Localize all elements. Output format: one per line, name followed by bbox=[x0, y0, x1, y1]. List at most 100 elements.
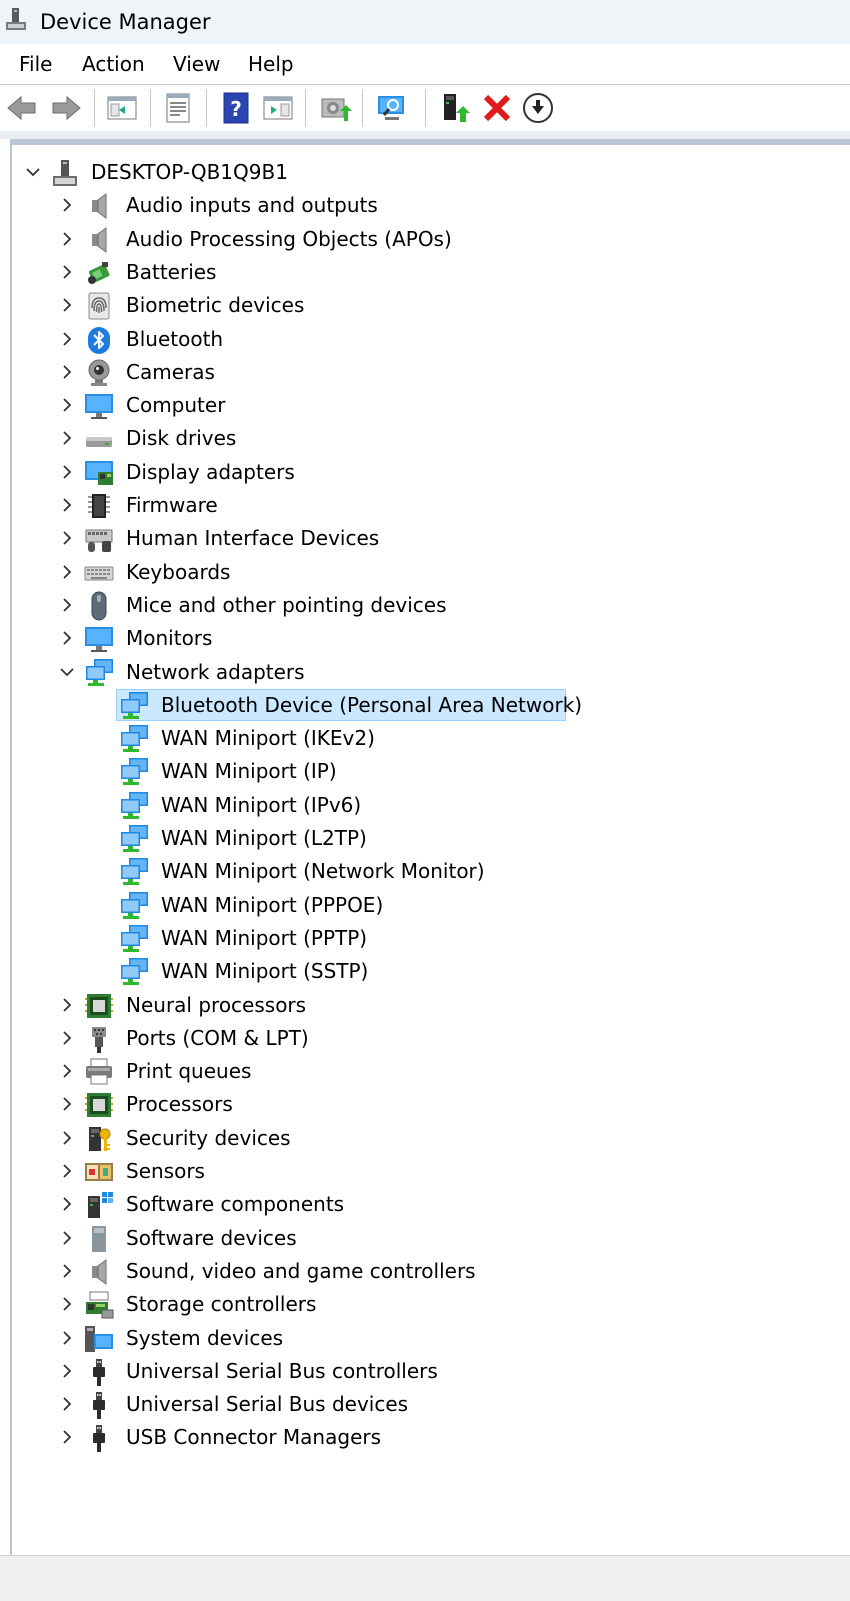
tree-item-label: Software components bbox=[126, 1192, 345, 1217]
chevron-right-icon[interactable] bbox=[57, 362, 77, 382]
tree-item-bluetooth-device-personal-area-network[interactable]: Bluetooth Device (Personal Area Network) bbox=[12, 688, 847, 722]
tree-item-print-queues[interactable]: Print queues bbox=[12, 1055, 847, 1088]
chevron-right-icon[interactable] bbox=[57, 1261, 77, 1281]
chevron-right-icon[interactable] bbox=[57, 528, 77, 548]
tree-item-wan-miniport-ip[interactable]: WAN Miniport (IP) bbox=[12, 755, 847, 788]
tree-item-label: Neural processors bbox=[126, 992, 307, 1017]
uninstall-device-button[interactable] bbox=[480, 91, 514, 125]
help-button[interactable]: ? bbox=[219, 91, 253, 125]
tree-item-security-devices[interactable]: Security devices bbox=[12, 1122, 847, 1155]
action-pane-button[interactable] bbox=[261, 91, 295, 125]
tree-item-wan-miniport-pppoe[interactable]: WAN Miniport (PPPOE) bbox=[12, 889, 847, 922]
tree-item-sensors[interactable]: Sensors bbox=[12, 1155, 847, 1188]
network-adapter-icon bbox=[119, 791, 149, 821]
scan-hardware-changes-button[interactable] bbox=[375, 91, 409, 125]
chevron-right-icon[interactable] bbox=[57, 1361, 77, 1381]
chevron-right-icon[interactable] bbox=[57, 1228, 77, 1248]
tree-item-computer[interactable]: Computer bbox=[12, 389, 847, 422]
tree-item-batteries[interactable]: Batteries bbox=[12, 256, 847, 289]
chevron-right-icon[interactable] bbox=[57, 295, 77, 315]
tree-item-bluetooth[interactable]: Bluetooth bbox=[12, 323, 847, 356]
tree-item-disk-drives[interactable]: Disk drives bbox=[12, 422, 847, 455]
tree-item-storage-controllers[interactable]: Storage controllers bbox=[12, 1288, 847, 1321]
tree-item-monitors[interactable]: Monitors bbox=[12, 622, 847, 655]
tree-item-audio-processing-objects-apos[interactable]: Audio Processing Objects (APOs) bbox=[12, 223, 847, 256]
update-driver-button[interactable] bbox=[318, 91, 352, 125]
chevron-right-icon[interactable] bbox=[57, 1061, 77, 1081]
tree-item-audio-inputs-and-outputs[interactable]: Audio inputs and outputs bbox=[12, 189, 847, 222]
tree-item-software-components[interactable]: Software components bbox=[12, 1188, 847, 1221]
disk-drive-icon bbox=[84, 424, 114, 454]
device-tree[interactable]: DESKTOP-QB1Q9B1 Audio inputs and outputs A… bbox=[10, 139, 850, 1555]
menu-file[interactable]: File bbox=[19, 51, 52, 77]
network-adapter-icon bbox=[119, 691, 149, 721]
tree-item-network-adapters[interactable]: Network adapters bbox=[12, 656, 847, 689]
chevron-right-icon[interactable] bbox=[57, 1194, 77, 1214]
back-arrow-button[interactable] bbox=[5, 91, 39, 125]
chevron-right-icon[interactable] bbox=[57, 462, 77, 482]
tree-item-universal-serial-bus-controllers[interactable]: Universal Serial Bus controllers bbox=[12, 1355, 847, 1388]
enable-device-button[interactable] bbox=[438, 91, 472, 125]
chevron-right-icon[interactable] bbox=[57, 229, 77, 249]
chevron-right-icon[interactable] bbox=[57, 195, 77, 215]
chevron-right-icon[interactable] bbox=[57, 395, 77, 415]
tree-item-neural-processors[interactable]: Neural processors bbox=[12, 989, 847, 1022]
tree-item-label: Firmware bbox=[126, 493, 218, 517]
usb-icon bbox=[84, 1390, 114, 1420]
disable-device-button[interactable] bbox=[521, 91, 555, 125]
menu-view[interactable]: View bbox=[173, 51, 220, 77]
tree-item-cameras[interactable]: Cameras bbox=[12, 356, 847, 389]
tree-item-software-devices[interactable]: Software devices bbox=[12, 1222, 847, 1255]
usb-icon bbox=[84, 1423, 114, 1453]
chevron-right-icon[interactable] bbox=[57, 1294, 77, 1314]
tree-item-keyboards[interactable]: Keyboards bbox=[12, 556, 847, 589]
tree-item-firmware[interactable]: Firmware bbox=[12, 489, 847, 522]
tree-item-human-interface-devices[interactable]: Human Interface Devices bbox=[12, 522, 847, 555]
tree-item-display-adapters[interactable]: Display adapters bbox=[12, 456, 847, 489]
chevron-right-icon[interactable] bbox=[57, 329, 77, 349]
usb-icon bbox=[84, 1357, 114, 1387]
tree-item-processors[interactable]: Processors bbox=[12, 1088, 847, 1121]
tree-item-wan-miniport-l2tp[interactable]: WAN Miniport (L2TP) bbox=[12, 822, 847, 855]
tree-item-wan-miniport-sstp[interactable]: WAN Miniport (SSTP) bbox=[12, 955, 847, 988]
tree-item-sound-video-and-game-controllers[interactable]: Sound, video and game controllers bbox=[12, 1255, 847, 1288]
tree-item-universal-serial-bus-devices[interactable]: Universal Serial Bus devices bbox=[12, 1388, 847, 1421]
tree-item-desktop-qb1q9b1[interactable]: DESKTOP-QB1Q9B1 bbox=[12, 156, 847, 189]
tree-item-wan-miniport-pptp[interactable]: WAN Miniport (PPTP) bbox=[12, 922, 847, 955]
chevron-right-icon[interactable] bbox=[57, 495, 77, 515]
chevron-right-icon[interactable] bbox=[57, 1427, 77, 1447]
chevron-down-icon[interactable] bbox=[57, 662, 77, 682]
monitor-icon bbox=[84, 391, 114, 421]
tree-item-mice-and-other-pointing-devices[interactable]: Mice and other pointing devices bbox=[12, 589, 847, 622]
tree-item-wan-miniport-network-monitor[interactable]: WAN Miniport (Network Monitor) bbox=[12, 855, 847, 888]
tree-item-usb-connector-managers[interactable]: USB Connector Managers bbox=[12, 1421, 847, 1454]
properties-button[interactable] bbox=[161, 91, 195, 125]
chevron-right-icon[interactable] bbox=[57, 595, 77, 615]
tree-item-wan-miniport-ipv6[interactable]: WAN Miniport (IPv6) bbox=[12, 789, 847, 822]
chevron-right-icon[interactable] bbox=[57, 628, 77, 648]
chevron-down-icon[interactable] bbox=[23, 162, 43, 182]
tree-item-system-devices[interactable]: System devices bbox=[12, 1322, 847, 1355]
chevron-right-icon[interactable] bbox=[57, 428, 77, 448]
keyboard-icon bbox=[84, 558, 114, 588]
chevron-right-icon[interactable] bbox=[57, 1161, 77, 1181]
show-hide-console-tree-button[interactable] bbox=[105, 91, 139, 125]
tree-item-ports-com-lpt[interactable]: Ports (COM & LPT) bbox=[12, 1022, 847, 1055]
chevron-right-icon[interactable] bbox=[57, 262, 77, 282]
forward-arrow-button[interactable] bbox=[49, 91, 83, 125]
help-icon: ? bbox=[219, 91, 253, 125]
toolbar: ? bbox=[0, 85, 850, 131]
chevron-right-icon[interactable] bbox=[57, 1328, 77, 1348]
chip-icon bbox=[84, 491, 114, 521]
menu-action[interactable]: Action bbox=[82, 51, 145, 77]
tree-item-label: Universal Serial Bus controllers bbox=[126, 1358, 438, 1383]
chevron-right-icon[interactable] bbox=[57, 995, 77, 1015]
menu-help[interactable]: Help bbox=[248, 51, 294, 77]
chevron-right-icon[interactable] bbox=[57, 1128, 77, 1148]
chevron-right-icon[interactable] bbox=[57, 1028, 77, 1048]
chevron-right-icon[interactable] bbox=[57, 1094, 77, 1114]
tree-item-biometric-devices[interactable]: Biometric devices bbox=[12, 289, 847, 322]
tree-item-wan-miniport-ikev2[interactable]: WAN Miniport (IKEv2) bbox=[12, 722, 847, 755]
chevron-right-icon[interactable] bbox=[57, 1394, 77, 1414]
chevron-right-icon[interactable] bbox=[57, 562, 77, 582]
